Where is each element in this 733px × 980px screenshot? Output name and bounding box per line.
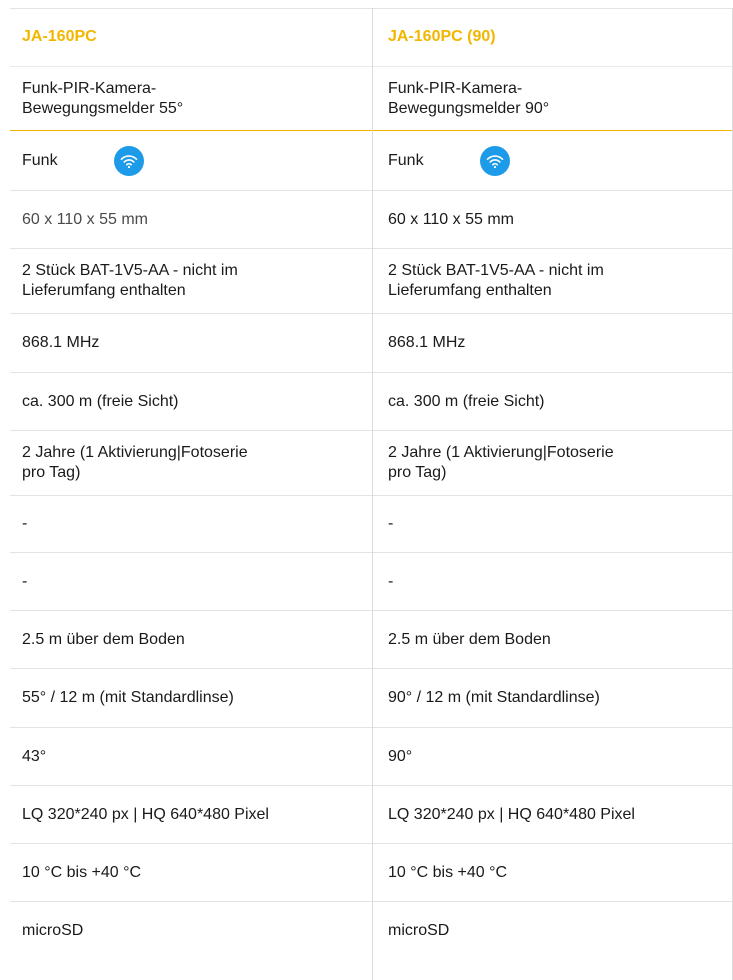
table-cell: 10 °C bis +40 °C: [388, 863, 508, 881]
table-cell: ca. 300 m (freie Sicht): [22, 392, 179, 410]
table-cell: -: [388, 515, 394, 532]
table-cell: LQ 320*240 px | HQ 640*480 Pixel: [388, 805, 635, 823]
table-cell: Funk: [372, 131, 733, 190]
wifi-icon: [480, 145, 510, 176]
table-cell: -: [22, 572, 28, 590]
table-cell: 2.5 m über dem Boden: [22, 630, 185, 648]
table-cell: Funk-PIR-Kamera- Bewegungsmelder 90°: [388, 79, 550, 117]
table-cell: microSD: [22, 922, 84, 939]
table-cell: 868.1 MHz: [388, 334, 466, 351]
table-cell: 43°: [22, 747, 47, 765]
table-cell: -: [22, 515, 28, 532]
column-header: JA-160PC: [22, 28, 97, 45]
table-cell: microSD: [388, 922, 450, 939]
table-cell: 2 Stück BAT-1V5-AA - nicht im Lieferumfa…: [388, 262, 604, 299]
table-cell: LQ 320*240 px | HQ 640*480 Pixel: [22, 805, 269, 823]
table-cell: Funk-PIR-Kamera- Bewegungsmelder 55°: [22, 79, 184, 117]
table-cell: ca. 300 m (freie Sicht): [388, 392, 545, 410]
connection-label: Funk: [388, 151, 424, 169]
column-header: JA-160PC (90): [388, 28, 496, 45]
table-cell: 55° / 12 m (mit Standardlinse): [22, 689, 234, 706]
table-cell: 90°: [388, 747, 413, 765]
column-divider: [372, 8, 373, 980]
table-cell: 10 °C bis +40 °C: [22, 863, 142, 881]
table-cell: 2 Stück BAT-1V5-AA - nicht im Lieferumfa…: [22, 262, 238, 299]
table-cell: 2.5 m über dem Boden: [388, 630, 551, 648]
connection-label: Funk: [22, 151, 58, 169]
table-cell: -: [388, 572, 394, 590]
table-cell: 2 Jahre (1 Aktivierung|Fotoserie pro Tag…: [388, 444, 614, 481]
table-cell: 60 x 110 x 55 mm: [388, 210, 514, 228]
table-cell: 2 Jahre (1 Aktivierung|Fotoserie pro Tag…: [22, 444, 248, 481]
table-cell: 868.1 MHz: [22, 334, 100, 351]
wifi-icon: [114, 145, 144, 176]
table-cell: 60 x 110 x 55 mm: [22, 210, 148, 228]
table-cell: 90° / 12 m (mit Standardlinse): [388, 689, 600, 706]
table-cell: Funk: [10, 131, 372, 190]
